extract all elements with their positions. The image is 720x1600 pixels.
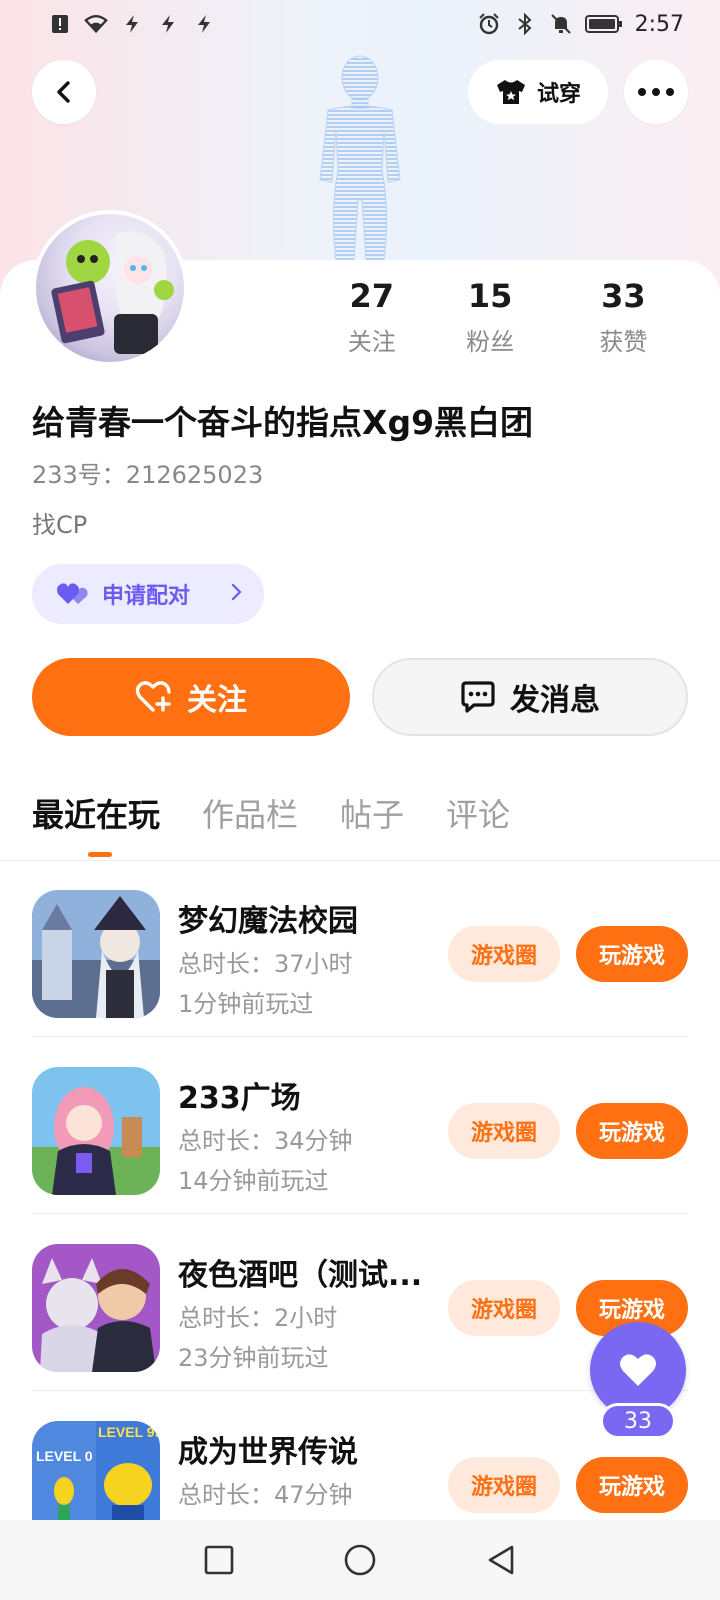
user-nickname: 给青春一个奋斗的指点Xg9黑白团 [32,403,534,442]
user-id: 233号：212625023 [32,461,264,489]
play-game-button[interactable]: 玩游戏 [576,926,688,982]
mute-icon [549,12,573,36]
try-on-button[interactable]: 试穿 [468,60,608,124]
svg-text:LEVEL 999: LEVEL 999 [98,1424,160,1440]
alert-icon [48,12,72,36]
more-options-button[interactable] [624,60,688,124]
stat-following[interactable]: 27 关注 [320,276,423,357]
stat-value: 33 [601,277,646,315]
bolt-icon [156,12,180,36]
back-nav-icon[interactable] [486,1544,516,1576]
chevron-right-icon [230,582,242,607]
avatar[interactable] [32,210,188,366]
apply-pair-label: 申请配对 [102,584,191,609]
game-circle-button[interactable]: 游戏圈 [448,926,560,982]
chat-bubble-icon [461,681,495,713]
system-nav-bar [0,1520,720,1600]
heart-icon [620,1354,656,1386]
profile-stats: 27 关注 15 粉丝 33 获赞 [320,276,690,357]
user-bio: 找CP [32,511,88,539]
game-title: 成为世界传说 [178,1435,358,1470]
game-circle-button[interactable]: 游戏圈 [448,1457,560,1513]
apply-pair-button[interactable]: 申请配对 [32,564,264,624]
follow-button[interactable]: 关注 [32,658,350,736]
game-icon-233-plaza [32,1067,160,1195]
home-icon[interactable] [343,1543,377,1577]
stat-likes[interactable]: 33 获赞 [557,276,690,357]
double-heart-icon [57,583,88,604]
game-last-played: 23分钟前玩过 [178,1344,329,1372]
stat-value: 27 [349,277,394,315]
status-right: 2:57 [477,12,684,37]
status-bar: 2:57 [0,0,720,48]
profile-page: 2:57 试穿 27 关注 15 粉丝 33 获赞 给青春一个奋斗的指点Xg9黑… [0,0,720,1600]
tab-recently-played[interactable]: 最近在玩 [32,790,160,836]
game-last-played: 1分钟前玩过 [178,990,314,1018]
list-item[interactable]: 梦幻魔法校园 总时长：37小时 1分钟前玩过 游戏圈 玩游戏 [0,860,720,1037]
status-left [48,12,216,36]
stat-label: 关注 [347,328,396,356]
wifi-icon [84,12,108,36]
stat-label: 获赞 [599,328,648,356]
send-message-label: 发消息 [510,683,600,718]
heart-plus-icon [135,681,171,712]
game-circle-button[interactable]: 游戏圈 [448,1280,560,1336]
svg-text:LEVEL 0: LEVEL 0 [36,1448,93,1464]
tab-comments[interactable]: 评论 [446,790,510,836]
play-game-button[interactable]: 玩游戏 [576,1457,688,1513]
game-icon-night-bar [32,1244,160,1372]
stat-fans[interactable]: 15 粉丝 [423,276,556,357]
game-icon-magic-academy [32,890,160,1018]
try-on-label: 试穿 [536,82,581,107]
bluetooth-icon [513,12,537,36]
stat-label: 粉丝 [466,328,515,356]
avatar-figure-hologram [319,55,401,260]
list-item[interactable]: 233广场 总时长：34分钟 14分钟前玩过 游戏圈 玩游戏 [0,1037,720,1214]
play-game-button[interactable]: 玩游戏 [576,1103,688,1159]
recent-games-list: 梦幻魔法校园 总时长：37小时 1分钟前玩过 游戏圈 玩游戏 233广场 总时长… [0,860,720,1568]
bolt-icon [192,12,216,36]
active-tab-indicator [88,852,112,857]
game-title: 夜色酒吧（测试... [178,1258,423,1293]
game-circle-button[interactable]: 游戏圈 [448,1103,560,1159]
more-dots-icon [638,88,674,96]
game-title: 233广场 [178,1081,301,1116]
follow-label: 关注 [187,683,247,718]
game-title: 梦幻魔法校园 [178,904,358,939]
profile-tabs: 最近在玩 作品栏 帖子 评论 [32,790,510,836]
status-time: 2:57 [634,11,684,37]
game-total-time: 总时长：34分钟 [178,1127,353,1155]
game-total-time: 总时长：37小时 [178,950,353,978]
alarm-icon [477,12,501,36]
tshirt-icon [496,80,525,104]
game-last-played: 14分钟前玩过 [178,1167,329,1195]
send-message-button[interactable]: 发消息 [372,658,688,736]
back-button[interactable] [32,60,96,124]
battery-icon [584,12,623,36]
tab-posts[interactable]: 帖子 [340,790,404,836]
game-total-time: 总时长：47分钟 [178,1481,353,1509]
game-total-time: 总时长：2小时 [178,1304,338,1332]
stat-value: 15 [467,277,513,315]
chevron-left-icon [57,81,70,103]
like-count-badge: 33 [600,1403,676,1439]
bolt-icon [120,12,144,36]
recent-apps-icon[interactable] [204,1545,234,1575]
tab-works[interactable]: 作品栏 [202,790,298,836]
avatar-image [36,214,184,362]
